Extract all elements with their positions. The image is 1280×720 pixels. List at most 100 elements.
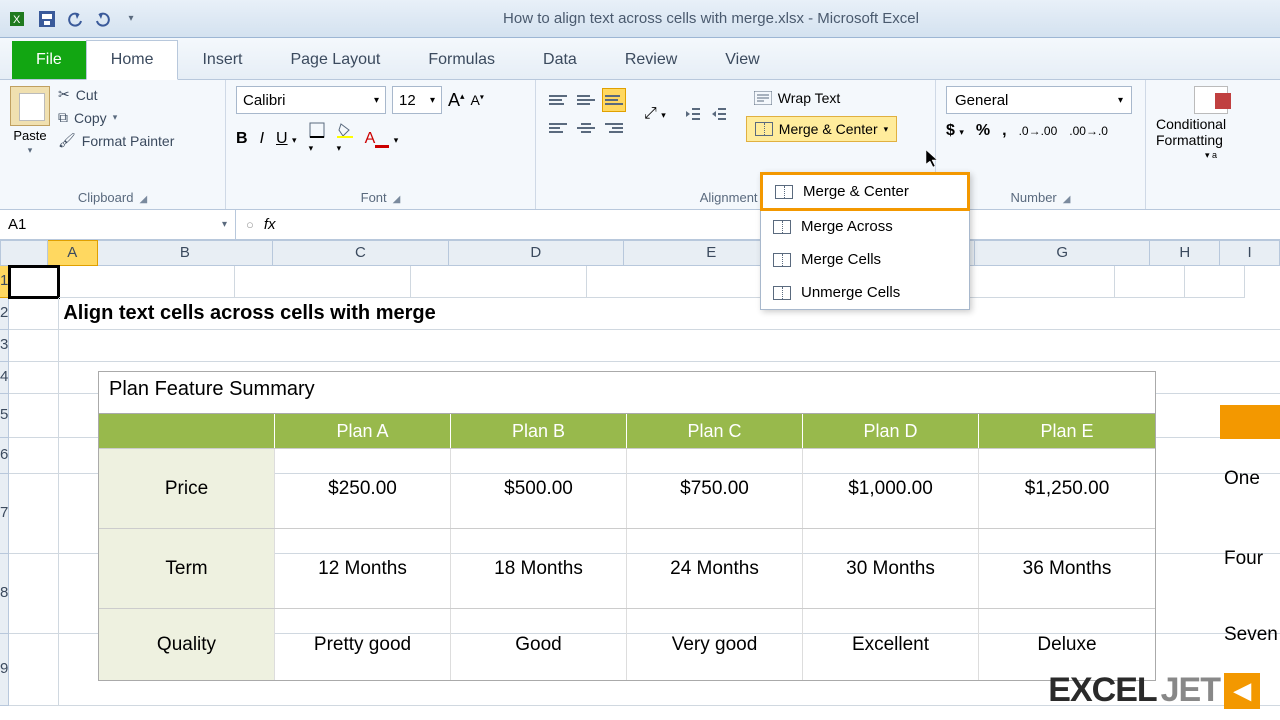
align-top-button[interactable] <box>546 88 570 112</box>
row-header-1[interactable]: 1 <box>0 266 9 298</box>
table-cell[interactable]: 30 Months <box>803 529 979 608</box>
side-plan-header[interactable] <box>1220 405 1280 439</box>
bold-button[interactable]: B <box>236 130 248 148</box>
table-cell[interactable]: Very good <box>627 609 803 680</box>
plan-row-label-term[interactable]: Term <box>99 529 275 608</box>
plan-table-title[interactable]: Plan Feature Summary <box>99 372 1155 414</box>
col-header-C[interactable]: C <box>273 240 448 266</box>
row-header-4[interactable]: 4 <box>0 362 9 394</box>
name-box[interactable]: A1▾ <box>0 210 236 239</box>
row-header-6[interactable]: 6 <box>0 438 9 474</box>
align-left-button[interactable] <box>546 116 570 140</box>
comma-format-button[interactable]: , <box>1002 122 1006 140</box>
cut-button[interactable]: ✂ Cut <box>58 86 174 103</box>
row-header-8[interactable]: 8 <box>0 554 9 634</box>
tab-page-layout[interactable]: Page Layout <box>266 41 404 79</box>
orientation-button[interactable]: ⤢ ▾ <box>644 105 666 123</box>
font-name-select[interactable]: Calibri▾ <box>236 86 386 114</box>
format-painter-button[interactable]: 🖌 Format Painter <box>58 132 174 149</box>
plan-row-label-quality[interactable]: Quality <box>99 609 275 680</box>
table-cell[interactable]: $750.00 <box>627 449 803 528</box>
side-cell[interactable]: Seven <box>1220 599 1280 671</box>
side-cell[interactable]: Four <box>1220 519 1280 599</box>
number-dialog-icon[interactable]: ◢ <box>1063 194 1071 205</box>
select-all-button[interactable] <box>0 240 48 266</box>
copy-dropdown-icon[interactable]: ▾ <box>113 112 118 123</box>
col-header-A[interactable]: A <box>48 240 98 266</box>
tab-data[interactable]: Data <box>519 41 601 79</box>
side-cell[interactable]: One <box>1220 439 1280 519</box>
table-cell[interactable]: Excellent <box>803 609 979 680</box>
font-size-select[interactable]: 12▾ <box>392 86 442 114</box>
tab-home[interactable]: Home <box>86 40 179 80</box>
merge-across-option[interactable]: Merge Across <box>761 210 969 243</box>
qat-customize-icon[interactable]: ▾ <box>120 8 142 30</box>
merge-dropdown-icon[interactable]: ▾ <box>884 124 889 135</box>
plan-header-e[interactable]: Plan E <box>979 414 1155 448</box>
align-bottom-button[interactable] <box>602 88 626 112</box>
cell-A1[interactable] <box>9 266 59 298</box>
table-cell[interactable]: 36 Months <box>979 529 1155 608</box>
accounting-format-button[interactable]: $ ▾ <box>946 122 964 140</box>
merge-center-option[interactable]: Merge & Center <box>760 172 970 211</box>
table-cell[interactable]: Deluxe <box>979 609 1155 680</box>
unmerge-cells-option[interactable]: Unmerge Cells <box>761 276 969 309</box>
table-cell[interactable]: $250.00 <box>275 449 451 528</box>
paste-dropdown-icon[interactable]: ▾ <box>28 145 33 156</box>
plan-header-d[interactable]: Plan D <box>803 414 979 448</box>
undo-icon[interactable] <box>64 8 86 30</box>
tab-view[interactable]: View <box>701 41 783 79</box>
number-format-select[interactable]: General▾ <box>946 86 1132 114</box>
conditional-formatting-button[interactable]: Conditional Formatting ▾ a <box>1156 86 1266 161</box>
paste-button[interactable]: Paste ▾ <box>10 86 50 156</box>
table-cell[interactable]: $1,250.00 <box>979 449 1155 528</box>
increase-decimal-button[interactable]: .0→.00 <box>1019 124 1058 138</box>
tab-review[interactable]: Review <box>601 41 701 79</box>
redo-icon[interactable] <box>92 8 114 30</box>
increase-font-icon[interactable]: A▴ <box>448 90 465 111</box>
plan-header-b[interactable]: Plan B <box>451 414 627 448</box>
table-cell[interactable]: $1,000.00 <box>803 449 979 528</box>
table-cell[interactable]: 24 Months <box>627 529 803 608</box>
col-header-G[interactable]: G <box>975 240 1150 266</box>
col-header-H[interactable]: H <box>1150 240 1220 266</box>
row-header-5[interactable]: 5 <box>0 394 9 438</box>
italic-button[interactable]: I <box>260 130 264 148</box>
tab-insert[interactable]: Insert <box>178 41 266 79</box>
decrease-indent-button[interactable] <box>684 105 702 123</box>
merge-center-button[interactable]: Merge & Center ▾ <box>746 116 897 142</box>
underline-button[interactable]: U ▾ <box>276 130 297 148</box>
align-right-button[interactable] <box>602 116 626 140</box>
plan-header-blank[interactable] <box>99 414 275 448</box>
row-header-7[interactable]: 7 <box>0 474 9 554</box>
table-cell[interactable]: 12 Months <box>275 529 451 608</box>
row-header-3[interactable]: 3 <box>0 330 9 362</box>
increase-indent-button[interactable] <box>710 105 728 123</box>
tab-formulas[interactable]: Formulas <box>404 41 519 79</box>
percent-format-button[interactable]: % <box>976 122 990 140</box>
table-cell[interactable]: Pretty good <box>275 609 451 680</box>
file-tab[interactable]: File <box>12 41 86 79</box>
cancel-formula-icon[interactable]: ○ <box>246 217 254 232</box>
decrease-font-icon[interactable]: A▾ <box>471 92 484 108</box>
font-color-button[interactable]: A ▾ <box>365 130 399 148</box>
save-icon[interactable] <box>36 8 58 30</box>
table-cell[interactable]: $500.00 <box>451 449 627 528</box>
plan-header-c[interactable]: Plan C <box>627 414 803 448</box>
merge-cells-option[interactable]: Merge Cells <box>761 243 969 276</box>
clipboard-dialog-icon[interactable]: ◢ <box>139 194 147 205</box>
fill-color-button[interactable]: ▾ <box>337 122 353 156</box>
border-button[interactable]: ▾ <box>309 122 325 156</box>
plan-header-a[interactable]: Plan A <box>275 414 451 448</box>
font-dialog-icon[interactable]: ◢ <box>393 194 401 205</box>
align-middle-button[interactable] <box>574 88 598 112</box>
copy-button[interactable]: ⧉ Copy ▾ <box>58 109 174 126</box>
cell-B2[interactable]: Align text cells across cells with merge <box>59 298 1280 330</box>
align-center-button[interactable] <box>574 116 598 140</box>
plan-row-label-price[interactable]: Price <box>99 449 275 528</box>
col-header-D[interactable]: D <box>449 240 624 266</box>
table-cell[interactable]: 18 Months <box>451 529 627 608</box>
cell-B1[interactable] <box>59 266 235 298</box>
wrap-text-button[interactable]: Wrap Text <box>746 86 897 110</box>
row-header-9[interactable]: 9 <box>0 634 9 706</box>
